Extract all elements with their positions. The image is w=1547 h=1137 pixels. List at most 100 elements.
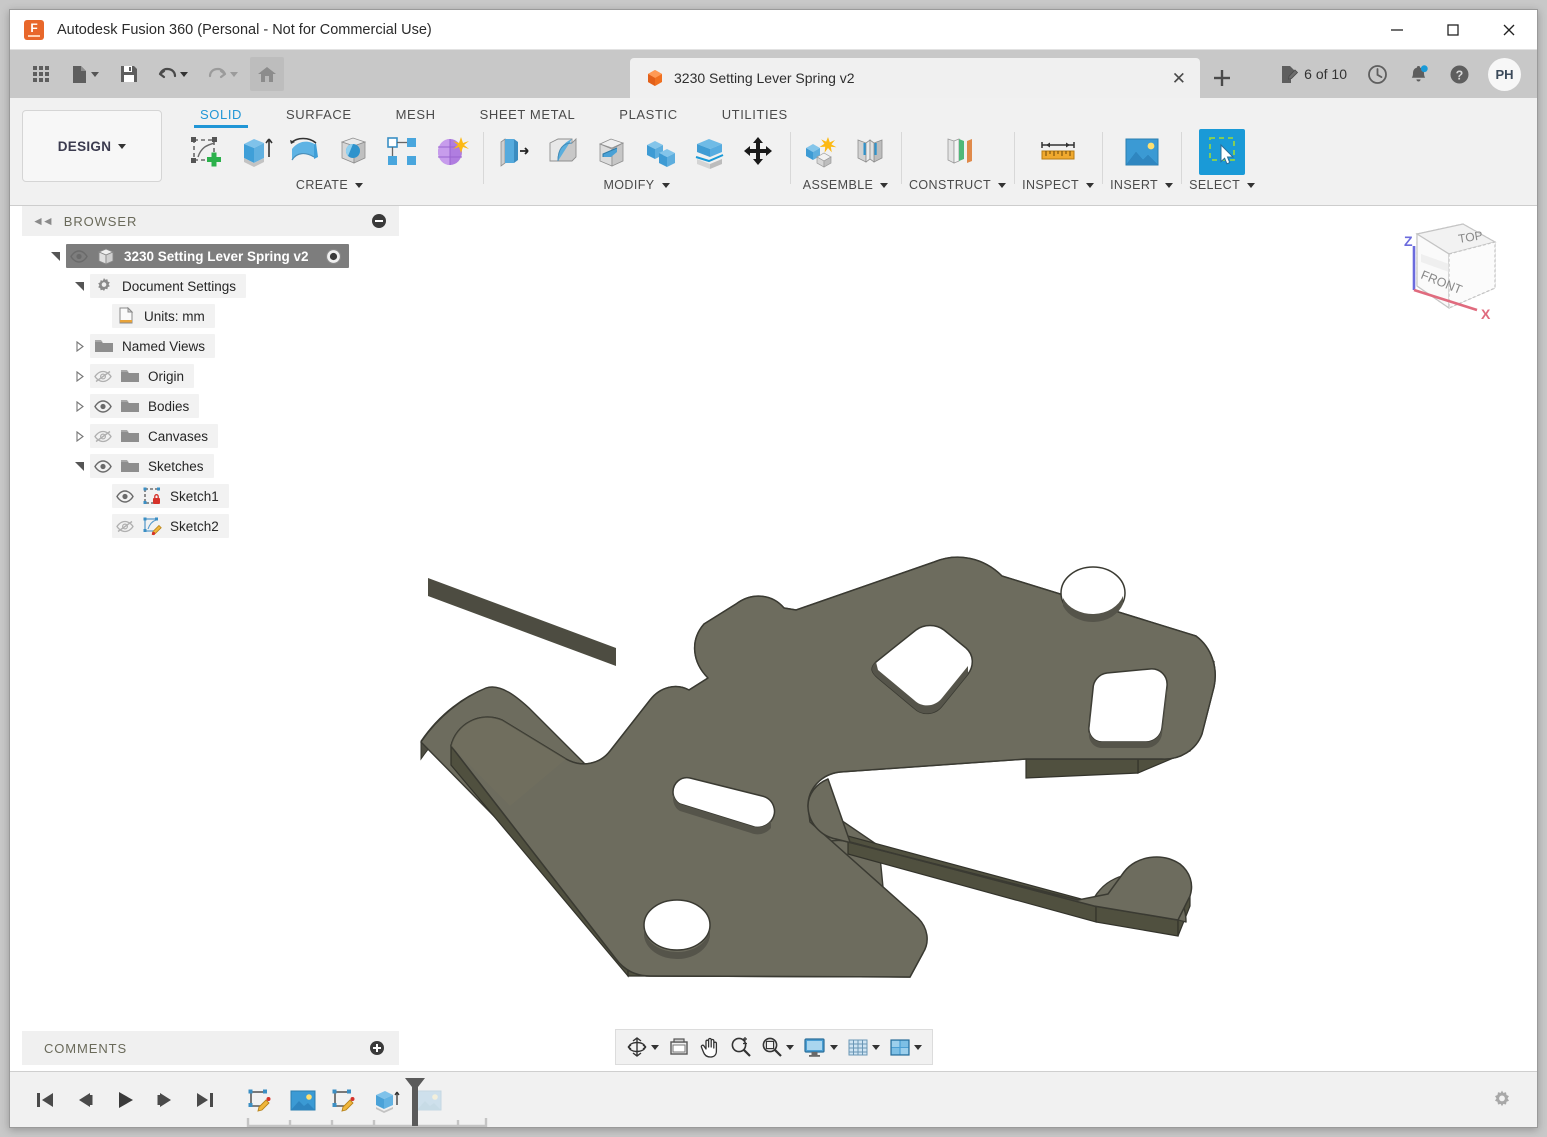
zoom-button[interactable] (726, 1032, 756, 1062)
tree-item-canvases[interactable]: Canvases (22, 421, 399, 451)
tree-item-named-views[interactable]: Named Views (22, 331, 399, 361)
timeline-feature-extrude[interactable] (372, 1086, 402, 1116)
timeline-go-to-beginning[interactable] (32, 1087, 58, 1113)
timeline-settings-button[interactable] (1491, 1089, 1513, 1111)
orbit-button[interactable] (622, 1032, 663, 1062)
ribbon-group-label-select[interactable]: SELECT (1189, 178, 1256, 192)
select-window-cursor-icon[interactable] (1199, 129, 1246, 175)
timeline-feature-canvas1[interactable] (288, 1086, 318, 1116)
visibility-eye-icon[interactable] (66, 249, 92, 263)
minus-circle-icon[interactable] (371, 213, 387, 229)
timeline-play[interactable] (112, 1087, 138, 1113)
ribbon-group-label-create[interactable]: CREATE (296, 178, 364, 192)
timeline-step-forward[interactable] (152, 1087, 178, 1113)
save-button[interactable] (112, 57, 146, 91)
tree-item-root-component[interactable]: 3230 Setting Lever Spring v2 (22, 241, 399, 271)
close-button[interactable] (1481, 10, 1537, 49)
tree-item-document-settings[interactable]: Document Settings (22, 271, 399, 301)
twisty-right-icon[interactable] (68, 400, 90, 412)
visibility-eye-icon[interactable] (90, 459, 116, 473)
form-icon[interactable] (429, 129, 475, 175)
tree-item-units[interactable]: Units: mm (22, 301, 399, 331)
workspace-switcher-button[interactable]: DESIGN (22, 110, 162, 182)
timeline-step-back[interactable] (72, 1087, 98, 1113)
close-icon[interactable]: ✕ (1172, 70, 1186, 87)
ribbon-group-label-construct[interactable]: CONSTRUCT (909, 178, 1007, 192)
new-component-icon[interactable] (798, 129, 844, 175)
twisty-right-icon[interactable] (68, 370, 90, 382)
tab-mesh[interactable]: MESH (374, 107, 458, 128)
timeline-bar (10, 1071, 1537, 1127)
sweep-icon[interactable] (331, 129, 377, 175)
undo-button[interactable] (150, 57, 196, 91)
tree-item-bodies[interactable]: Bodies (22, 391, 399, 421)
activate-component-radio[interactable] (324, 246, 344, 266)
app-grid-button[interactable] (24, 57, 58, 91)
plus-circle-icon[interactable] (369, 1040, 385, 1056)
new-tab-button[interactable] (1203, 58, 1241, 98)
timeline-feature-sketch2[interactable] (330, 1086, 360, 1116)
document-tab[interactable]: 3230 Setting Lever Spring v2 ✕ (630, 58, 1200, 98)
tab-utilities[interactable]: UTILITIES (700, 107, 810, 128)
insert-image-icon[interactable] (1119, 129, 1165, 175)
visibility-eye-hidden-icon[interactable] (90, 370, 116, 383)
timeline-go-to-end[interactable] (192, 1087, 218, 1113)
tab-surface[interactable]: SURFACE (264, 107, 374, 128)
timeline-feature-sketch1[interactable] (246, 1086, 276, 1116)
twisty-down-icon[interactable] (44, 251, 66, 262)
maximize-button[interactable] (1425, 10, 1481, 49)
combine-icon[interactable] (638, 129, 684, 175)
look-at-button[interactable] (664, 1032, 694, 1062)
tree-item-sketches[interactable]: Sketches (22, 451, 399, 481)
tree-item-sketch1[interactable]: Sketch1 (22, 481, 399, 511)
timeline-marker[interactable] (402, 1077, 428, 1126)
view-cube[interactable]: TOP FRONT Z X (1391, 216, 1511, 326)
twisty-down-icon[interactable] (68, 281, 90, 292)
ribbon-group-label-inspect[interactable]: INSPECT (1022, 178, 1095, 192)
home-button[interactable] (250, 57, 284, 91)
tab-sheet-metal[interactable]: SHEET METAL (458, 107, 598, 128)
visibility-eye-hidden-icon[interactable] (112, 520, 138, 533)
twisty-right-icon[interactable] (68, 430, 90, 442)
viewports-button[interactable] (885, 1032, 926, 1062)
pattern-rectangular-icon[interactable] (380, 129, 426, 175)
twisty-down-icon[interactable] (68, 461, 90, 472)
fillet-icon[interactable] (540, 129, 586, 175)
chevron-down-icon (880, 182, 889, 188)
redo-button[interactable] (200, 57, 246, 91)
minimize-button[interactable] (1369, 10, 1425, 49)
user-avatar[interactable]: PH (1488, 57, 1521, 91)
press-pull-icon[interactable] (491, 129, 537, 175)
extrude-icon[interactable] (233, 129, 279, 175)
move-copy-icon[interactable] (736, 129, 782, 175)
file-menu-button[interactable] (62, 57, 108, 91)
shell-icon[interactable] (589, 129, 635, 175)
notifications-button[interactable] (1400, 57, 1437, 91)
joint-icon[interactable] (847, 129, 893, 175)
visibility-eye-hidden-icon[interactable] (90, 430, 116, 443)
tree-item-origin[interactable]: Origin (22, 361, 399, 391)
history-button[interactable] (1359, 57, 1396, 91)
tree-item-sketch2[interactable]: Sketch2 (22, 511, 399, 541)
pan-hand-button[interactable] (695, 1032, 725, 1062)
file-version-status[interactable]: 6 of 10 (1272, 57, 1355, 91)
collapse-left-arrows-icon[interactable]: ◄◄ (32, 214, 54, 228)
grid-snaps-button[interactable] (843, 1032, 884, 1062)
display-settings-button[interactable] (799, 1032, 842, 1062)
comments-panel[interactable]: COMMENTS (22, 1031, 399, 1065)
split-face-icon[interactable] (687, 129, 733, 175)
tab-plastic[interactable]: PLASTIC (597, 107, 699, 128)
offset-plane-icon[interactable] (935, 129, 981, 175)
ribbon-group-label-assemble[interactable]: ASSEMBLE (803, 178, 889, 192)
measure-ruler-icon[interactable] (1035, 129, 1081, 175)
ribbon-group-label-insert[interactable]: INSERT (1110, 178, 1174, 192)
create-sketch-icon[interactable] (184, 129, 230, 175)
tab-solid[interactable]: SOLID (178, 107, 264, 128)
revolve-icon[interactable] (282, 129, 328, 175)
visibility-eye-icon[interactable] (112, 489, 138, 503)
fit-button[interactable] (757, 1032, 798, 1062)
visibility-eye-icon[interactable] (90, 399, 116, 413)
ribbon-group-label-modify[interactable]: MODIFY (603, 178, 670, 192)
help-button[interactable]: ? (1441, 57, 1478, 91)
twisty-right-icon[interactable] (68, 340, 90, 352)
